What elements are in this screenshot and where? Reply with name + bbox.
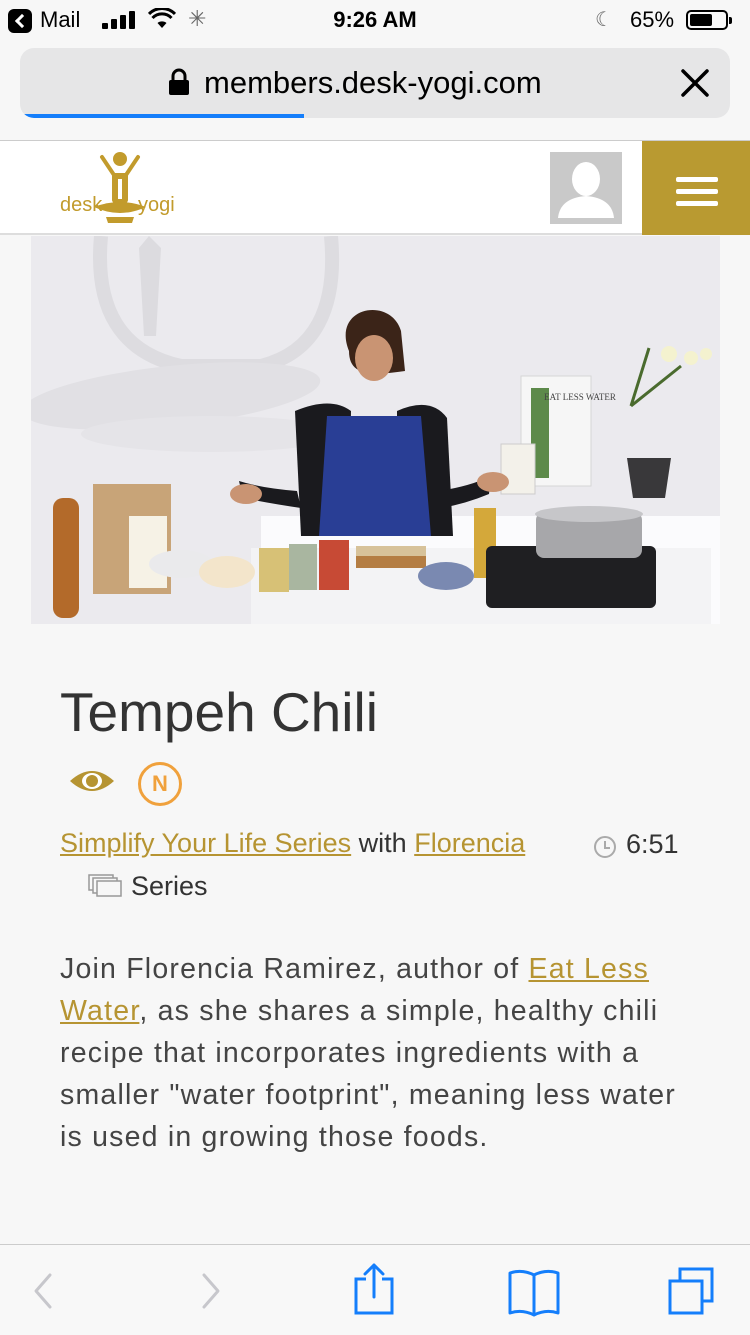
class-meta: Simplify Your Life Series with Florencia (60, 828, 525, 859)
desk-yogi-logo[interactable]: desk yogi (58, 149, 183, 227)
level-badge-icon: N (138, 762, 182, 806)
with-label: with (358, 828, 407, 858)
bookmarks-icon[interactable] (506, 1245, 562, 1335)
site-header: desk yogi (0, 140, 750, 235)
close-icon[interactable] (678, 66, 712, 100)
description-text: Join Florencia Ramirez, author of (60, 953, 529, 985)
eye-icon (70, 771, 114, 791)
url-text[interactable]: members.desk-yogi.com (204, 65, 542, 101)
user-silhouette-icon (558, 162, 614, 218)
description-text: , as she shares a simple, healthy chili … (60, 995, 676, 1153)
hamburger-menu-button[interactable] (642, 141, 750, 235)
status-bar: Mail ✳ 9:26 AM ☾ 65% (0, 0, 750, 40)
lock-icon (169, 68, 189, 95)
menu-line-icon (676, 177, 718, 182)
forward-arrow-icon[interactable] (196, 1245, 226, 1335)
browser-toolbar (0, 1244, 750, 1335)
avatar[interactable] (550, 152, 622, 224)
battery-icon (686, 10, 732, 30)
back-arrow-icon[interactable] (28, 1245, 58, 1335)
instructor-link[interactable]: Florencia (414, 828, 525, 858)
class-description: Join Florencia Ramirez, author of Eat Le… (60, 948, 700, 1158)
logo-text-yogi: yogi (138, 194, 175, 216)
video-player[interactable]: EAT LESS WATER (31, 236, 720, 624)
book-cover-title: EAT LESS WATER (544, 392, 616, 402)
menu-line-icon (676, 189, 718, 194)
do-not-disturb-icon: ☾ (595, 9, 613, 31)
address-bar[interactable]: members.desk-yogi.com (20, 48, 730, 118)
battery-level (690, 14, 713, 26)
logo-text-desk: desk (60, 194, 103, 216)
menu-line-icon (676, 201, 718, 206)
duration-label: 6:51 (626, 829, 679, 859)
type-label: Series (131, 871, 208, 901)
tabs-icon[interactable] (666, 1245, 718, 1335)
share-icon[interactable] (350, 1245, 398, 1335)
page-title: Tempeh Chili (60, 681, 378, 743)
series-stack-icon (88, 874, 122, 897)
page-load-progress (20, 114, 304, 118)
series-link[interactable]: Simplify Your Life Series (60, 828, 351, 858)
video-thumbnail: EAT LESS WATER (31, 236, 720, 624)
battery-percent: 65% (630, 7, 675, 32)
clock-icon (594, 836, 616, 858)
